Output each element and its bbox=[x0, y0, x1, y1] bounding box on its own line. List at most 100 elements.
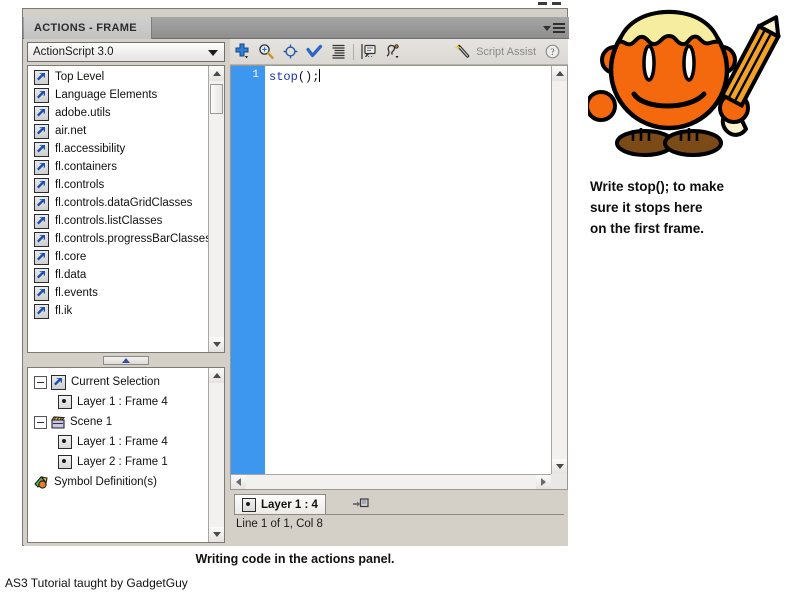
scrollbar-corner bbox=[551, 474, 567, 489]
panel-menu-icon[interactable] bbox=[541, 20, 565, 36]
package-icon bbox=[34, 141, 49, 157]
tab-actions-frame[interactable]: ACTIONS - FRAME bbox=[24, 17, 152, 39]
toolbar-separator bbox=[353, 43, 354, 60]
splitter-grip[interactable] bbox=[103, 355, 149, 365]
class-tree-item[interactable]: fl.controls bbox=[28, 176, 208, 194]
scene-tree-item-label: Layer 1 : Frame 4 bbox=[77, 396, 168, 408]
scroll-thumb[interactable] bbox=[210, 84, 223, 114]
class-tree-item-label: fl.data bbox=[55, 269, 87, 281]
package-icon bbox=[34, 69, 49, 85]
class-tree-scrollbar[interactable] bbox=[208, 66, 224, 352]
collapse-toggle-icon[interactable] bbox=[34, 415, 47, 429]
class-tree-item[interactable]: fl.accessibility bbox=[28, 140, 208, 158]
layer-frame-tab[interactable]: Layer 1 : 4 bbox=[234, 494, 326, 514]
class-tree-item[interactable]: Top Level bbox=[28, 68, 208, 86]
scroll-up-button[interactable] bbox=[209, 368, 224, 383]
package-icon bbox=[34, 123, 49, 139]
line-number: 1 bbox=[252, 69, 259, 81]
show-code-hint-icon[interactable] bbox=[357, 40, 381, 64]
scroll-up-button[interactable] bbox=[209, 66, 224, 81]
package-icon bbox=[34, 105, 49, 121]
scene-tree-item[interactable]: Current Selection bbox=[28, 372, 208, 392]
minimize-icon[interactable] bbox=[538, 2, 547, 5]
script-editor[interactable]: 1 stop(); bbox=[230, 65, 568, 490]
insert-target-path-icon[interactable] bbox=[278, 40, 302, 64]
class-tree-item-label: fl.controls.progressBarClasses bbox=[55, 233, 211, 245]
cursor-position-label: Line 1 of 1, Col 8 bbox=[236, 518, 323, 530]
maximize-icon[interactable] bbox=[552, 2, 561, 5]
package-icon bbox=[51, 374, 66, 390]
class-tree-item[interactable]: fl.ik bbox=[28, 302, 208, 320]
hamburger-icon bbox=[553, 23, 565, 33]
class-tree[interactable]: Top Level Language Elements adobe.utils air… bbox=[27, 65, 225, 353]
class-tree-item[interactable]: fl.containers bbox=[28, 158, 208, 176]
panel-body: ActionScript 3.0 Top Level Language Eleme… bbox=[24, 39, 568, 546]
scroll-down-button[interactable] bbox=[209, 337, 224, 352]
class-tree-item[interactable]: Language Elements bbox=[28, 86, 208, 104]
help-icon[interactable]: ? bbox=[540, 40, 564, 64]
window-controls[interactable] bbox=[538, 2, 561, 5]
annotation-line-3: on the first frame. bbox=[590, 221, 705, 236]
class-tree-item[interactable]: fl.core bbox=[28, 248, 208, 266]
editor-gutter: 1 bbox=[231, 66, 265, 489]
scene-icon bbox=[50, 415, 66, 429]
scroll-down-button[interactable] bbox=[209, 527, 224, 542]
scroll-left-button[interactable] bbox=[231, 475, 246, 489]
panel-titlebar: ACTIONS - FRAME bbox=[23, 17, 569, 39]
actionscript-version-select[interactable]: ActionScript 3.0 bbox=[27, 42, 225, 62]
svg-text:?: ? bbox=[550, 48, 554, 58]
scroll-up-button[interactable] bbox=[552, 66, 567, 81]
figure-caption: Writing code in the actions panel. bbox=[195, 552, 395, 566]
class-tree-item[interactable]: air.net bbox=[28, 122, 208, 140]
class-tree-item-label: fl.accessibility bbox=[55, 143, 126, 155]
class-tree-item[interactable]: fl.controls.listClasses bbox=[28, 212, 208, 230]
debug-options-icon[interactable] bbox=[381, 40, 405, 64]
scene-tree-item[interactable]: Layer 2 : Frame 1 bbox=[28, 452, 208, 472]
script-assist-label[interactable]: Script Assist bbox=[476, 46, 536, 58]
annotation-line-2: sure it stops here bbox=[590, 200, 703, 215]
class-tree-item-label: fl.containers bbox=[55, 161, 118, 173]
layer-frame-label: Layer 1 : 4 bbox=[261, 498, 318, 511]
pin-script-icon[interactable] bbox=[352, 496, 370, 512]
scene-tree[interactable]: Current Selection Layer 1 : Frame 4 Scene … bbox=[27, 367, 225, 543]
magic-wand-icon[interactable] bbox=[453, 40, 473, 64]
package-icon bbox=[34, 213, 49, 229]
collapse-toggle-icon[interactable] bbox=[34, 375, 47, 389]
scene-tree-item[interactable]: Scene 1 bbox=[28, 412, 208, 432]
scene-tree-item[interactable]: Layer 1 : Frame 4 bbox=[28, 392, 208, 412]
class-tree-item-label: fl.controls bbox=[55, 179, 105, 191]
left-column: ActionScript 3.0 Top Level Language Eleme… bbox=[24, 39, 228, 546]
actionscript-version-label: ActionScript 3.0 bbox=[33, 46, 114, 58]
panel-splitter[interactable] bbox=[27, 355, 225, 365]
auto-format-icon[interactable] bbox=[326, 40, 350, 64]
class-tree-item[interactable]: fl.controls.dataGridClasses bbox=[28, 194, 208, 212]
scene-tree-item[interactable]: Layer 1 : Frame 4 bbox=[28, 432, 208, 452]
editor-vscrollbar[interactable] bbox=[551, 66, 567, 474]
class-tree-item[interactable]: fl.events bbox=[28, 284, 208, 302]
scroll-right-button[interactable] bbox=[536, 475, 551, 489]
class-tree-item-label: air.net bbox=[55, 125, 87, 137]
chevron-down-icon bbox=[543, 25, 551, 31]
scene-tree-item[interactable]: Symbol Definition(s) bbox=[28, 472, 208, 492]
frame-icon bbox=[242, 497, 256, 512]
class-tree-item[interactable]: adobe.utils bbox=[28, 104, 208, 122]
package-icon bbox=[34, 231, 49, 247]
symbol-icon bbox=[34, 475, 49, 489]
class-tree-item[interactable]: fl.data bbox=[28, 266, 208, 284]
scene-tree-item-label: Scene 1 bbox=[70, 416, 113, 428]
add-script-icon[interactable] bbox=[230, 40, 254, 64]
annotation-line-1: Write stop(); to make bbox=[590, 179, 725, 194]
scene-tree-item-label: Current Selection bbox=[71, 376, 160, 388]
scene-tree-scrollbar[interactable] bbox=[208, 368, 224, 542]
class-tree-list: Top Level Language Elements adobe.utils air… bbox=[28, 66, 211, 320]
scroll-down-button[interactable] bbox=[552, 459, 567, 474]
screenshot-root: ACTIONS - FRAME ActionScript 3.0 Top Lev… bbox=[0, 0, 800, 600]
check-syntax-icon[interactable] bbox=[302, 40, 326, 64]
frame-icon bbox=[58, 435, 72, 449]
annotation-text: Write stop(); to make sure it stops here… bbox=[590, 176, 795, 239]
class-tree-item[interactable]: fl.controls.progressBarClasses bbox=[28, 230, 211, 248]
code-text[interactable]: stop(); bbox=[269, 69, 321, 84]
chevron-down-icon bbox=[208, 50, 218, 56]
find-replace-icon[interactable] bbox=[254, 40, 278, 64]
editor-hscrollbar[interactable] bbox=[231, 474, 551, 489]
